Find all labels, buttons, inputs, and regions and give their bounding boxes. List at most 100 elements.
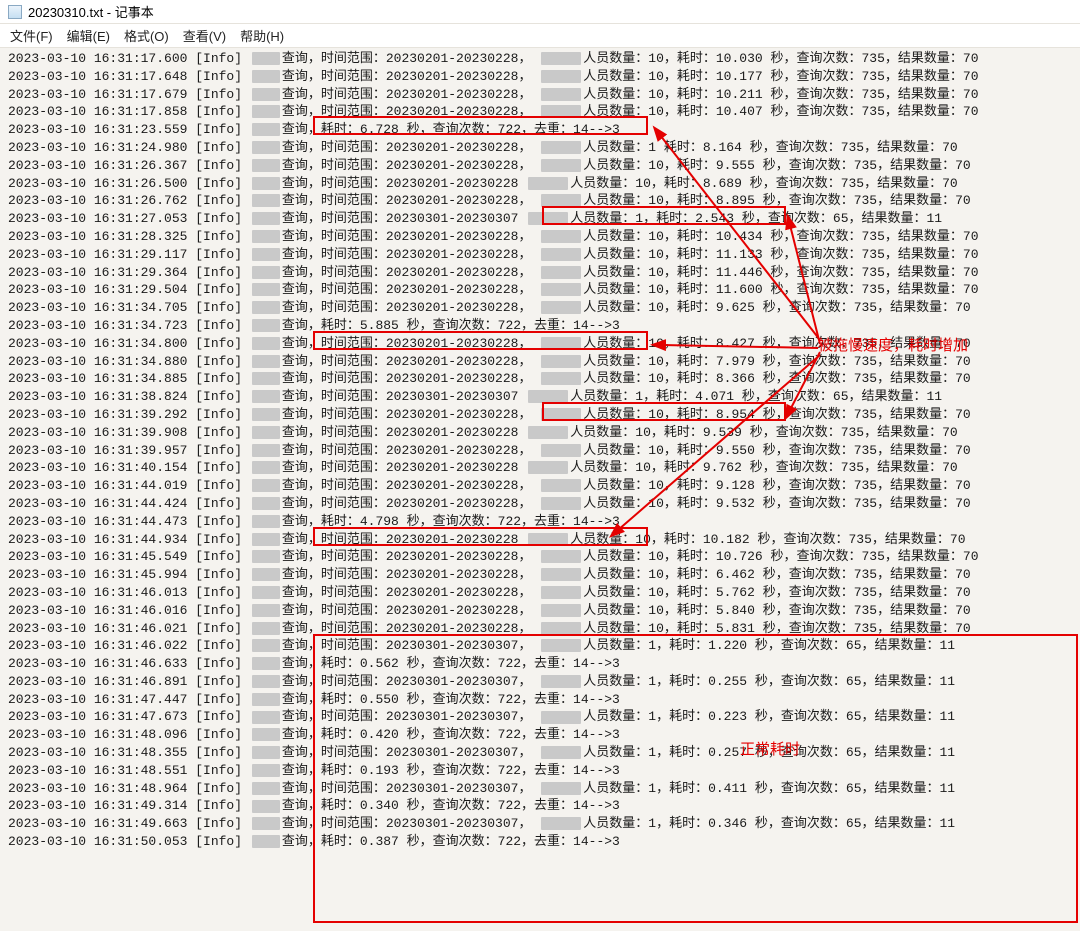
log-line: 2023-03-10 16:31:34.880 [Info] 查询，时间范围：2… [8, 353, 1072, 371]
censored-region [528, 390, 568, 403]
censored-region [252, 533, 280, 546]
log-line: 2023-03-10 16:31:39.957 [Info] 查询，时间范围：2… [8, 442, 1072, 460]
censored-region [252, 550, 280, 563]
censored-region [252, 123, 280, 136]
log-line: 2023-03-10 16:31:17.600 [Info] 查询，时间范围：2… [8, 50, 1072, 68]
censored-region [252, 604, 280, 617]
censored-region [252, 711, 280, 724]
censored-region [252, 319, 280, 332]
log-line: 2023-03-10 16:31:17.679 [Info] 查询，时间范围：2… [8, 86, 1072, 104]
log-line: 2023-03-10 16:31:48.355 [Info] 查询，时间范围：2… [8, 744, 1072, 762]
log-line: 2023-03-10 16:31:44.424 [Info] 查询，时间范围：2… [8, 495, 1072, 513]
censored-region [541, 355, 581, 368]
censored-region [252, 355, 280, 368]
log-line: 2023-03-10 16:31:44.473 [Info] 查询，耗时：4.7… [8, 513, 1072, 531]
censored-region [252, 88, 280, 101]
censored-region [541, 194, 581, 207]
censored-region [541, 88, 581, 101]
censored-region [541, 70, 581, 83]
menu-edit[interactable]: 编辑(E) [67, 26, 110, 45]
log-line: 2023-03-10 16:31:45.549 [Info] 查询，时间范围：2… [8, 548, 1072, 566]
menu-file[interactable]: 文件(F) [10, 26, 53, 45]
censored-region [252, 800, 280, 813]
censored-region [541, 746, 581, 759]
censored-region [252, 301, 280, 314]
log-line: 2023-03-10 16:31:17.858 [Info] 查询，时间范围：2… [8, 103, 1072, 121]
menu-help[interactable]: 帮助(H) [240, 26, 284, 45]
log-line: 2023-03-10 16:31:29.504 [Info] 查询，时间范围：2… [8, 281, 1072, 299]
censored-region [541, 639, 581, 652]
censored-region [541, 604, 581, 617]
log-line: 2023-03-10 16:31:46.891 [Info] 查询，时间范围：2… [8, 673, 1072, 691]
censored-region [252, 70, 280, 83]
log-line: 2023-03-10 16:31:29.117 [Info] 查询，时间范围：2… [8, 246, 1072, 264]
log-line: 2023-03-10 16:31:23.559 [Info] 查询，耗时：6.7… [8, 121, 1072, 139]
log-line: 2023-03-10 16:31:45.994 [Info] 查询，时间范围：2… [8, 566, 1072, 584]
censored-region [252, 675, 280, 688]
log-line: 2023-03-10 16:31:39.908 [Info] 查询，时间范围：2… [8, 424, 1072, 442]
log-line: 2023-03-10 16:31:34.705 [Info] 查询，时间范围：2… [8, 299, 1072, 317]
log-line: 2023-03-10 16:31:49.314 [Info] 查询，耗时：0.3… [8, 797, 1072, 815]
menu-view[interactable]: 查看(V) [183, 26, 226, 45]
censored-region [252, 337, 280, 350]
log-line: 2023-03-10 16:31:26.762 [Info] 查询，时间范围：2… [8, 192, 1072, 210]
censored-region [252, 194, 280, 207]
censored-region [252, 159, 280, 172]
log-line: 2023-03-10 16:31:49.663 [Info] 查询，时间范围：2… [8, 815, 1072, 833]
log-line: 2023-03-10 16:31:46.013 [Info] 查询，时间范围：2… [8, 584, 1072, 602]
log-line: 2023-03-10 16:31:48.964 [Info] 查询，时间范围：2… [8, 780, 1072, 798]
notepad-icon [8, 5, 22, 19]
censored-region [252, 746, 280, 759]
censored-region [252, 639, 280, 652]
menubar: 文件(F) 编辑(E) 格式(O) 查看(V) 帮助(H) [0, 24, 1080, 48]
censored-region [252, 693, 280, 706]
censored-region [252, 835, 280, 848]
log-line: 2023-03-10 16:31:46.021 [Info] 查询，时间范围：2… [8, 620, 1072, 638]
censored-region [528, 426, 568, 439]
censored-region [541, 479, 581, 492]
log-line: 2023-03-10 16:31:26.367 [Info] 查询，时间范围：2… [8, 157, 1072, 175]
censored-region [541, 52, 581, 65]
censored-region [252, 817, 280, 830]
log-line: 2023-03-10 16:31:28.325 [Info] 查询，时间范围：2… [8, 228, 1072, 246]
log-line: 2023-03-10 16:31:24.980 [Info] 查询，时间范围：2… [8, 139, 1072, 157]
censored-region [252, 586, 280, 599]
censored-region [528, 533, 568, 546]
log-line: 2023-03-10 16:31:39.292 [Info] 查询，时间范围：2… [8, 406, 1072, 424]
censored-region [252, 461, 280, 474]
log-line: 2023-03-10 16:31:40.154 [Info] 查询，时间范围：2… [8, 459, 1072, 477]
censored-region [541, 283, 581, 296]
text-area[interactable]: 2023-03-10 16:31:17.600 [Info] 查询，时间范围：2… [0, 48, 1080, 853]
censored-region [528, 461, 568, 474]
censored-region [252, 177, 280, 190]
menu-format[interactable]: 格式(O) [124, 26, 169, 45]
censored-region [252, 728, 280, 741]
log-line: 2023-03-10 16:31:34.885 [Info] 查询，时间范围：2… [8, 370, 1072, 388]
censored-region [252, 283, 280, 296]
censored-region [528, 212, 568, 225]
censored-region [252, 622, 280, 635]
censored-region [541, 586, 581, 599]
window-title: 20230310.txt - 记事本 [28, 2, 154, 21]
censored-region [252, 52, 280, 65]
censored-region [252, 212, 280, 225]
log-line: 2023-03-10 16:31:34.800 [Info] 查询，时间范围：2… [8, 335, 1072, 353]
log-line: 2023-03-10 16:31:48.096 [Info] 查询，耗时：0.4… [8, 726, 1072, 744]
log-line: 2023-03-10 16:31:50.053 [Info] 查询，耗时：0.3… [8, 833, 1072, 851]
censored-region [252, 408, 280, 421]
censored-region [252, 390, 280, 403]
censored-region [252, 426, 280, 439]
log-line: 2023-03-10 16:31:44.934 [Info] 查询，时间范围：2… [8, 531, 1072, 549]
log-line: 2023-03-10 16:31:34.723 [Info] 查询，耗时：5.8… [8, 317, 1072, 335]
censored-region [541, 159, 581, 172]
censored-region [541, 141, 581, 154]
censored-region [252, 568, 280, 581]
censored-region [252, 479, 280, 492]
censored-region [541, 622, 581, 635]
censored-region [252, 248, 280, 261]
censored-region [528, 177, 568, 190]
censored-region [541, 444, 581, 457]
censored-region [541, 230, 581, 243]
log-line: 2023-03-10 16:31:26.500 [Info] 查询，时间范围：2… [8, 175, 1072, 193]
censored-region [252, 105, 280, 118]
